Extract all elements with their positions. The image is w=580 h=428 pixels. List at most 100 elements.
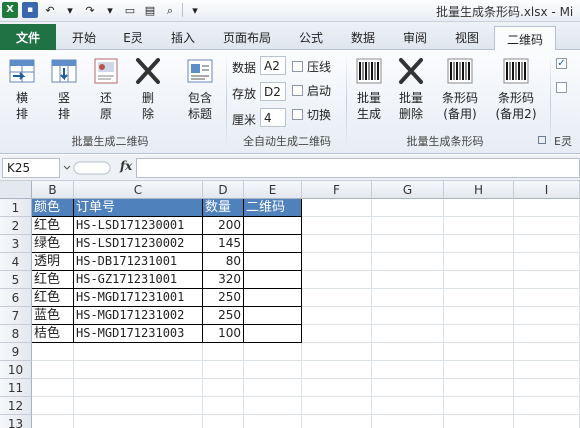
select-all-corner[interactable] <box>0 181 32 199</box>
table-cell[interactable]: HS-LSD171230001 <box>74 217 203 235</box>
empty-cell[interactable] <box>514 379 580 397</box>
empty-cell[interactable] <box>514 253 580 271</box>
tab-view[interactable]: 视图 <box>444 26 490 49</box>
empty-cell[interactable] <box>444 235 514 253</box>
table-cell[interactable]: HS-GZ171231001 <box>74 271 203 289</box>
table-header-cell[interactable]: 颜色 <box>32 199 74 217</box>
table-cell[interactable]: HS-DB171231001 <box>74 253 203 271</box>
empty-cell[interactable] <box>302 379 372 397</box>
empty-cell[interactable] <box>32 361 74 379</box>
row-header-12[interactable]: 12 <box>0 397 32 415</box>
horizontal-layout-button[interactable]: 横 排 <box>6 56 38 122</box>
empty-cell[interactable] <box>372 325 444 343</box>
row-header-2[interactable]: 2 <box>0 217 32 235</box>
empty-cell[interactable] <box>514 307 580 325</box>
empty-cell[interactable] <box>444 307 514 325</box>
empty-cell[interactable] <box>302 397 372 415</box>
empty-cell[interactable] <box>302 343 372 361</box>
empty-cell[interactable] <box>302 271 372 289</box>
empty-cell[interactable] <box>302 235 372 253</box>
table-cell[interactable] <box>244 253 302 271</box>
dialog-launcher-icon[interactable] <box>538 136 546 144</box>
row-header-1[interactable]: 1 <box>0 199 32 217</box>
vertical-layout-button[interactable]: 竖 排 <box>48 56 80 122</box>
empty-cell[interactable] <box>372 235 444 253</box>
empty-cell[interactable] <box>302 415 372 428</box>
empty-cell[interactable] <box>372 379 444 397</box>
empty-cell[interactable] <box>244 343 302 361</box>
empty-cell[interactable] <box>444 397 514 415</box>
empty-cell[interactable] <box>203 343 244 361</box>
table-cell[interactable] <box>244 307 302 325</box>
empty-cell[interactable] <box>372 307 444 325</box>
empty-cell[interactable] <box>302 253 372 271</box>
table-cell[interactable]: 100 <box>203 325 244 343</box>
column-header-h[interactable]: H <box>444 181 514 199</box>
row-header-4[interactable]: 4 <box>0 253 32 271</box>
tab-home[interactable]: 开始 <box>60 26 108 49</box>
empty-cell[interactable] <box>372 217 444 235</box>
table-cell[interactable]: HS-MGD171231002 <box>74 307 203 325</box>
eling-checkbox-2[interactable] <box>556 82 567 93</box>
start-checkbox[interactable]: 启动 <box>292 82 331 99</box>
empty-cell[interactable] <box>444 271 514 289</box>
empty-cell[interactable] <box>302 289 372 307</box>
table-cell[interactable] <box>244 289 302 307</box>
empty-cell[interactable] <box>74 415 203 428</box>
empty-cell[interactable] <box>302 325 372 343</box>
empty-cell[interactable] <box>372 397 444 415</box>
eling-checkbox-1[interactable]: ✓ <box>556 58 567 69</box>
barcode-backup-button[interactable]: 条形码 (备用) <box>436 56 484 122</box>
empty-cell[interactable] <box>32 415 74 428</box>
table-header-cell[interactable]: 订单号 <box>74 199 203 217</box>
save-icon[interactable]: ▪ <box>22 2 38 18</box>
empty-cell[interactable] <box>244 397 302 415</box>
row-header-8[interactable]: 8 <box>0 325 32 343</box>
tab-formulas[interactable]: 公式 <box>288 26 334 49</box>
delete-button[interactable]: 删 除 <box>132 56 164 122</box>
barcode-backup2-button[interactable]: 条形码 (备用2) <box>490 56 542 122</box>
formula-input[interactable] <box>136 158 580 178</box>
redo-icon[interactable]: ↷ <box>82 2 98 18</box>
empty-cell[interactable] <box>514 343 580 361</box>
empty-cell[interactable] <box>74 361 203 379</box>
empty-cell[interactable] <box>372 253 444 271</box>
empty-cell[interactable] <box>444 253 514 271</box>
empty-cell[interactable] <box>514 235 580 253</box>
cm-size-input[interactable]: 4 <box>260 108 286 127</box>
table-header-cell[interactable]: 二维码 <box>244 199 302 217</box>
tab-file[interactable]: 文件 <box>0 24 56 50</box>
empty-cell[interactable] <box>302 307 372 325</box>
empty-cell[interactable] <box>372 289 444 307</box>
table-cell[interactable]: 250 <box>203 289 244 307</box>
column-header-b[interactable]: B <box>32 181 74 199</box>
empty-cell[interactable] <box>514 325 580 343</box>
empty-cell[interactable] <box>514 361 580 379</box>
table-cell[interactable]: HS-MGD171231003 <box>74 325 203 343</box>
row-header-5[interactable]: 5 <box>0 271 32 289</box>
column-header-f[interactable]: F <box>302 181 372 199</box>
table-cell[interactable]: 145 <box>203 235 244 253</box>
column-header-i[interactable]: I <box>514 181 580 199</box>
empty-cell[interactable] <box>444 415 514 428</box>
restore-button[interactable]: 还 原 <box>90 56 122 122</box>
row-header-13[interactable]: 13 <box>0 415 32 428</box>
empty-cell[interactable] <box>74 343 203 361</box>
column-header-e[interactable]: E <box>244 181 302 199</box>
empty-cell[interactable] <box>444 217 514 235</box>
empty-cell[interactable] <box>244 361 302 379</box>
store-range-input[interactable]: D2 <box>260 82 286 101</box>
empty-cell[interactable] <box>372 199 444 217</box>
empty-cell[interactable] <box>32 343 74 361</box>
empty-cell[interactable] <box>444 199 514 217</box>
empty-cell[interactable] <box>32 379 74 397</box>
table-cell[interactable]: HS-LSD171230002 <box>74 235 203 253</box>
open-folder-icon[interactable]: ▤ <box>142 2 158 18</box>
press-line-checkbox[interactable]: 压线 <box>292 58 331 75</box>
column-header-d[interactable]: D <box>203 181 244 199</box>
empty-cell[interactable] <box>74 379 203 397</box>
column-header-c[interactable]: C <box>74 181 203 199</box>
row-header-10[interactable]: 10 <box>0 361 32 379</box>
customize-toolbar-icon[interactable]: ▾ <box>187 2 203 18</box>
empty-cell[interactable] <box>514 199 580 217</box>
